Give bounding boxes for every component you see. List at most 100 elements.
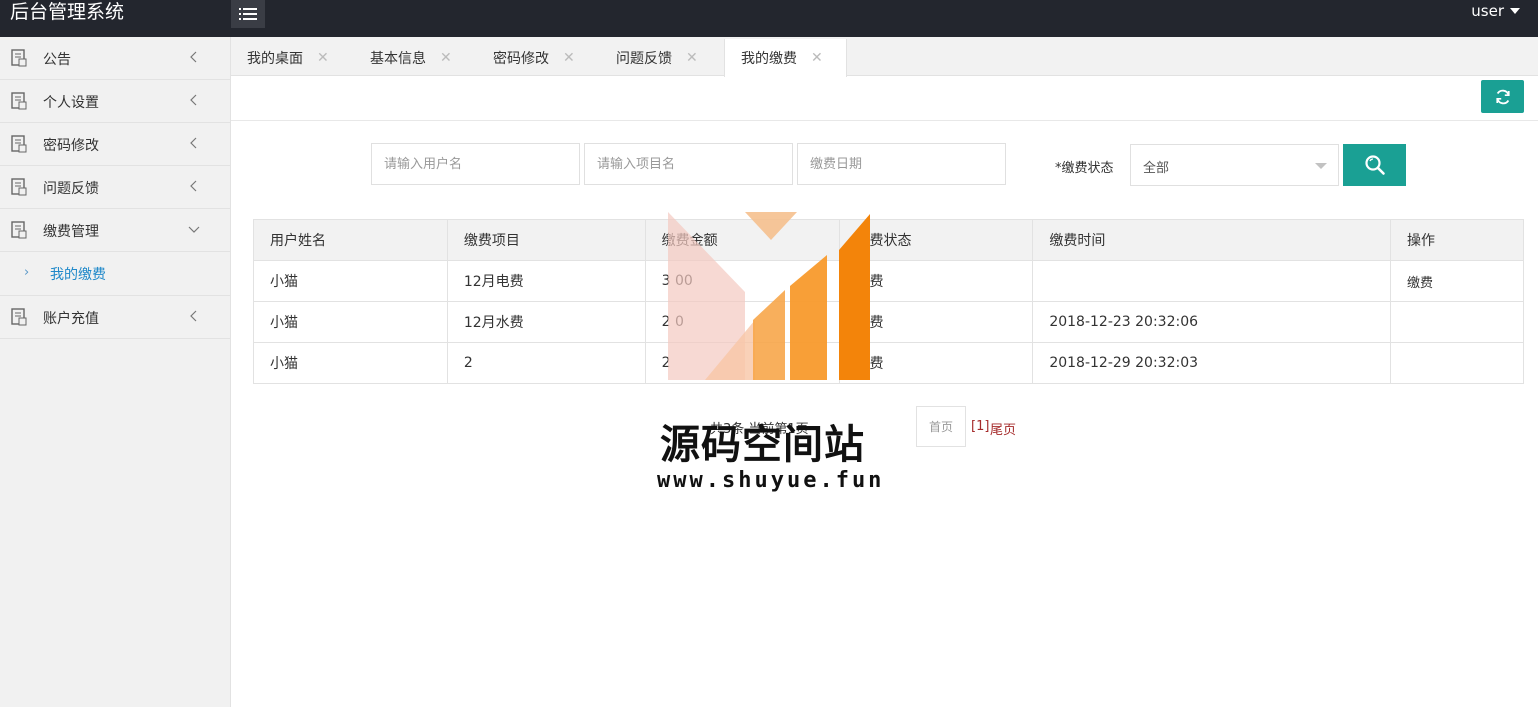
watermark-url: www.shuyue.fun xyxy=(657,468,885,493)
table-cell: 2 xyxy=(644,342,840,384)
close-icon[interactable]: ✕ xyxy=(811,50,823,66)
pager-last-link[interactable]: 尾页 xyxy=(990,419,1016,438)
table-cell xyxy=(1390,342,1524,384)
tab-label: 基本信息 xyxy=(370,51,426,67)
table-cell: 2 0 xyxy=(644,301,840,343)
column-header: 缴费金额 xyxy=(644,219,840,261)
table-cell: 12月电费 xyxy=(446,260,646,302)
username-input[interactable] xyxy=(372,144,579,184)
sidebar-item-profile[interactable]: 个人设置 xyxy=(0,80,230,123)
sidebar: 公告 个人设置 密码修改 问题反馈 缴费管理 › 我的缴费 账户充值 xyxy=(0,37,231,707)
sidebar-item-notice[interactable]: 公告 xyxy=(0,37,230,80)
close-icon[interactable]: ✕ xyxy=(440,50,452,66)
table-cell xyxy=(1032,260,1392,302)
tab-label: 密码修改 xyxy=(493,51,549,67)
pager-first-button[interactable]: 首页 xyxy=(916,406,966,447)
document-icon xyxy=(11,221,27,239)
username-search-field xyxy=(371,143,580,185)
project-input[interactable] xyxy=(585,144,792,184)
column-header: 缴费时间 xyxy=(1032,219,1392,261)
search-icon xyxy=(1364,155,1385,175)
status-select[interactable]: 全部 xyxy=(1130,144,1339,186)
app-title: 后台管理系统 xyxy=(10,1,125,23)
sidebar-subitem-label: 我的缴费 xyxy=(50,267,106,283)
table-row: 小猫 12月电费 3 00 缴费 缴费 xyxy=(253,260,1524,302)
chevron-left-icon xyxy=(190,51,197,63)
pager-current-page[interactable]: [1] xyxy=(971,419,989,434)
table-cell: 缴费 xyxy=(838,301,1034,343)
tab-bar: 我的桌面 ✕ 基本信息 ✕ 密码修改 ✕ 问题反馈 ✕ 我的缴费 ✕ xyxy=(231,37,1538,77)
close-icon[interactable]: ✕ xyxy=(686,50,698,66)
sidebar-item-label: 公告 xyxy=(43,52,71,68)
table-cell xyxy=(1390,301,1524,343)
chevron-right-icon: › xyxy=(24,265,30,280)
sidebar-item-password[interactable]: 密码修改 xyxy=(0,123,230,166)
column-header: 操作 xyxy=(1390,219,1524,261)
sidebar-item-recharge[interactable]: 账户充值 xyxy=(0,296,230,339)
table-row: 小猫 2 2 缴费 2018-12-29 20:32:03 xyxy=(253,342,1524,384)
close-icon[interactable]: ✕ xyxy=(317,50,329,66)
sidebar-item-label: 账户充值 xyxy=(43,311,99,327)
caret-down-icon xyxy=(1315,163,1327,169)
table-cell: 2 xyxy=(446,342,646,384)
sidebar-subitem-my-payment[interactable]: › 我的缴费 xyxy=(0,252,230,296)
status-filter-label: *缴费状态 xyxy=(1055,161,1114,176)
close-icon[interactable]: ✕ xyxy=(563,50,575,66)
sidebar-item-label: 个人设置 xyxy=(43,95,99,111)
table-cell: 小猫 xyxy=(253,342,448,384)
refresh-icon xyxy=(1495,89,1510,104)
tab-password[interactable]: 密码修改 ✕ xyxy=(477,39,575,77)
column-header: 用户姓名 xyxy=(253,219,448,261)
tab-label: 我的桌面 xyxy=(247,51,303,67)
refresh-button[interactable] xyxy=(1481,80,1524,113)
table-cell: 12月水费 xyxy=(446,301,646,343)
document-icon xyxy=(11,178,27,196)
sidebar-item-label: 缴费管理 xyxy=(43,224,99,240)
sidebar-item-label: 密码修改 xyxy=(43,138,99,154)
caret-down-icon xyxy=(1510,8,1520,14)
table-cell: 小猫 xyxy=(253,260,448,302)
search-button[interactable] xyxy=(1343,144,1406,186)
project-search-field xyxy=(584,143,793,185)
table-cell: 2018-12-29 20:32:03 xyxy=(1032,342,1392,384)
table-cell: 2018-12-23 20:32:06 xyxy=(1032,301,1392,343)
sidebar-item-payment[interactable]: 缴费管理 xyxy=(0,209,230,252)
table-cell: 缴费 xyxy=(838,342,1034,384)
chevron-left-icon xyxy=(190,137,197,149)
table-cell: 缴费 xyxy=(838,260,1034,302)
hamburger-icon xyxy=(239,8,257,20)
tab-label: 我的缴费 xyxy=(741,51,797,67)
date-search-field xyxy=(797,143,1006,185)
user-name: user xyxy=(1471,2,1504,20)
pay-action-link[interactable]: 缴费 xyxy=(1390,260,1524,302)
payment-table: 用户姓名 缴费项目 缴费金额 缴费状态 缴费时间 操作 小猫 12月电费 3 0… xyxy=(253,219,1524,384)
column-header: 缴费状态 xyxy=(838,219,1034,261)
document-icon xyxy=(11,92,27,110)
table-row: 小猫 12月水费 2 0 缴费 2018-12-23 20:32:06 xyxy=(253,301,1524,343)
toolbar xyxy=(231,77,1538,121)
table-cell: 3 00 xyxy=(644,260,840,302)
chevron-left-icon xyxy=(190,180,197,192)
menu-toggle-button[interactable] xyxy=(231,0,265,28)
document-icon xyxy=(11,135,27,153)
date-input[interactable] xyxy=(798,144,1005,184)
sidebar-item-label: 问题反馈 xyxy=(43,181,99,197)
document-icon xyxy=(11,308,27,326)
document-icon xyxy=(11,49,27,67)
tab-feedback[interactable]: 问题反馈 ✕ xyxy=(600,39,698,77)
chevron-left-icon xyxy=(190,310,197,322)
top-bar: 后台管理系统 user xyxy=(0,0,1538,37)
status-select-value: 全部 xyxy=(1143,161,1170,176)
watermark-title: 源码空间站 xyxy=(660,422,865,468)
tab-basic-info[interactable]: 基本信息 ✕ xyxy=(354,39,452,77)
chevron-left-icon xyxy=(190,94,197,106)
column-header: 缴费项目 xyxy=(446,219,646,261)
table-header-row: 用户姓名 缴费项目 缴费金额 缴费状态 缴费时间 操作 xyxy=(253,219,1524,261)
tab-desktop[interactable]: 我的桌面 ✕ xyxy=(231,39,329,77)
sidebar-item-feedback[interactable]: 问题反馈 xyxy=(0,166,230,209)
tab-my-payment[interactable]: 我的缴费 ✕ xyxy=(724,39,847,77)
user-menu[interactable]: user xyxy=(1471,2,1520,20)
tab-label: 问题反馈 xyxy=(616,51,672,67)
chevron-down-icon xyxy=(188,226,200,233)
table-cell: 小猫 xyxy=(253,301,448,343)
